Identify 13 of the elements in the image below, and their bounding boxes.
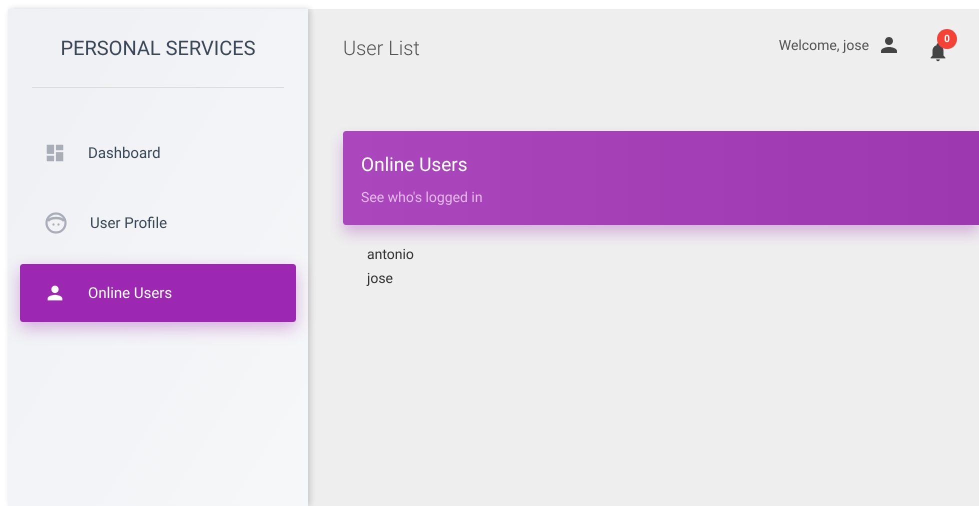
card-subtitle: See who's logged in	[361, 188, 484, 208]
user-name: jose	[367, 270, 394, 289]
face-icon	[44, 211, 68, 235]
user-name: antonio	[367, 246, 415, 265]
nav-item[interactable]: Dashboard	[20, 124, 296, 182]
notification-badge: 0	[937, 29, 957, 49]
page-title: User List	[343, 35, 420, 62]
card-title: Online Users	[361, 152, 469, 178]
nav-item[interactable]: Online Users	[20, 264, 296, 322]
dashboard-icon	[44, 142, 66, 164]
nav-item[interactable]: User Profile	[20, 194, 296, 252]
welcome-text: Welcome, jose	[778, 37, 869, 56]
brand-title: PERSONAL SERVICES	[60, 35, 256, 62]
